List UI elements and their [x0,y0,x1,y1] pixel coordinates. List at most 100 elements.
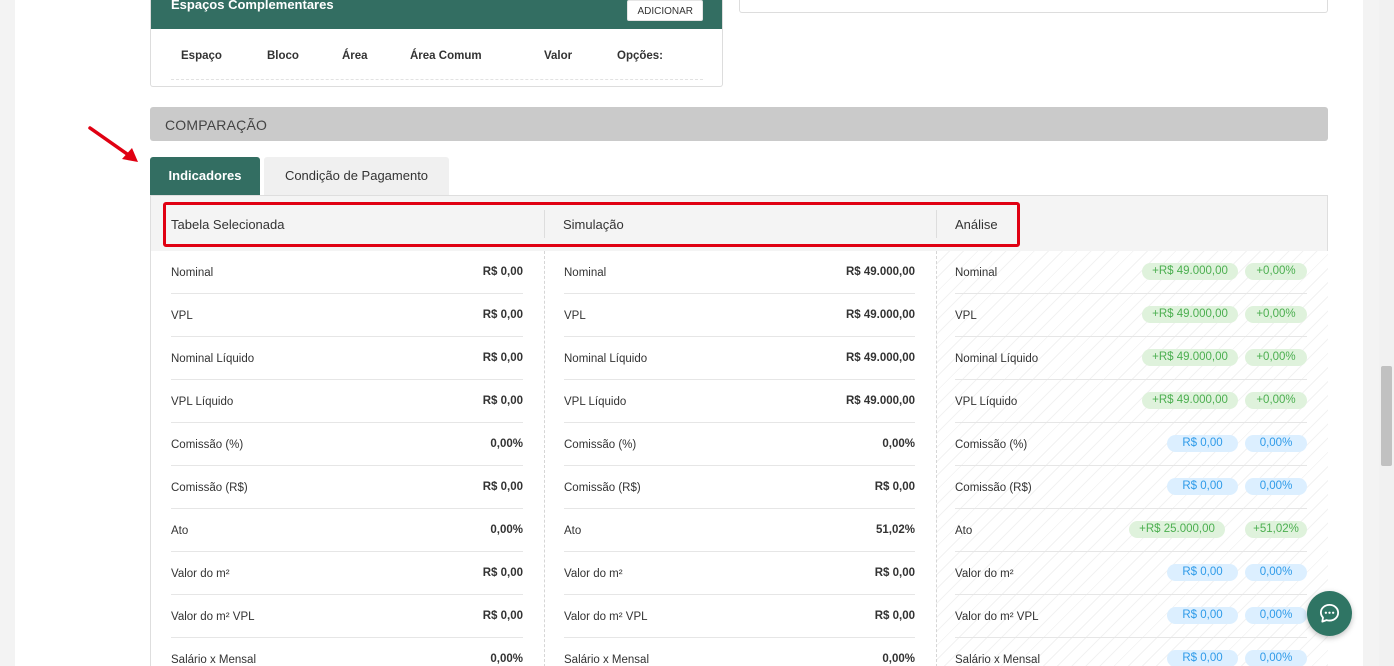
indicator-label: Ato [171,525,189,537]
table-row: Nominal +0,00% +R$ 49.000,00 [955,251,1307,294]
analise-percent-badge: +0,00% [1245,263,1307,280]
red-arrow-icon [88,126,138,162]
indicator-value: R$ 0,00 [482,567,523,579]
table-row: Nominal R$ 0,00 [171,251,523,294]
tab-condicao-pagamento[interactable]: Condição de Pagamento [264,157,449,195]
add-space-button[interactable]: ADICIONAR [627,0,703,21]
table-row: VPL R$ 49.000,00 [564,294,915,337]
indicator-value: 0,00% [490,524,523,536]
indicator-value: R$ 0,00 [482,266,523,278]
indicator-value: R$ 49.000,00 [845,352,915,364]
indicator-label: Salário x Mensal [564,654,650,666]
header-simulacao: Simulação [563,217,624,232]
indicator-label: Comissão (%) [564,439,637,451]
indicator-value: R$ 0,00 [874,610,915,622]
scrollbar-track[interactable] [1379,0,1394,666]
indicator-label: Salário x Mensal [955,654,1041,666]
analise-value-badge: R$ 0,00 [1167,435,1238,452]
analise-value-badge: +R$ 49.000,00 [1142,306,1238,323]
chat-bubble-icon [1319,603,1340,623]
table-row: Salário x Mensal 0,00% R$ 0,00 [955,638,1307,666]
indicator-label: Comissão (%) [171,439,244,451]
tab-indicadores[interactable]: Indicadores [150,157,260,195]
indicator-label: VPL [171,310,193,322]
indicator-value: 0,00% [490,653,523,665]
chat-button[interactable] [1307,591,1352,636]
column-separator [936,251,937,666]
indicator-label: Valor do m² [171,568,230,580]
table-row: Nominal Líquido R$ 0,00 [171,337,523,380]
analise-value-badge: R$ 0,00 [1167,607,1238,624]
section-title: COMPARAÇÃO [165,117,268,133]
indicator-value: 0,00% [490,438,523,450]
indicator-label: Comissão (R$) [955,482,1032,494]
spaces-title: Espaços Complementares [171,0,334,12]
column-separator [544,251,545,666]
indicator-value: R$ 0,00 [482,309,523,321]
indicator-value: R$ 0,00 [482,481,523,493]
header-tabela-selecionada: Tabela Selecionada [171,217,285,232]
indicator-value: R$ 49.000,00 [845,309,915,321]
header-analise: Análise [955,217,998,232]
table-row: Comissão (%) 0,00% R$ 0,00 [955,423,1307,466]
table-row: Nominal Líquido +0,00% +R$ 49.000,00 [955,337,1307,380]
indicator-label: Nominal Líquido [171,353,255,365]
indicator-label: Comissão (R$) [564,482,641,494]
indicator-value: R$ 0,00 [482,395,523,407]
analise-percent-badge: 0,00% [1245,435,1307,452]
indicator-label: Nominal Líquido [955,353,1039,365]
header-separator [936,210,937,238]
indicators-panel: Tabela Selecionada Simulação Análise Nom… [150,195,1328,666]
indicator-label: Valor do m² VPL [564,611,648,623]
analise-value-badge: R$ 0,00 [1167,564,1238,581]
indicator-label: VPL Líquido [171,396,234,408]
table-row: Valor do m² R$ 0,00 [564,552,915,595]
indicator-value: R$ 49.000,00 [845,266,915,278]
col-opcoes: Opções: [617,50,664,62]
indicator-value: R$ 0,00 [874,567,915,579]
table-row: Valor do m² R$ 0,00 [171,552,523,595]
col-area: Área [342,50,368,62]
indicator-label: Ato [955,525,973,537]
indicator-label: Nominal [171,267,214,279]
indicator-value: R$ 49.000,00 [845,395,915,407]
table-row: Valor do m² VPL R$ 0,00 [171,595,523,638]
spaces-header: Espaços Complementares ADICIONAR [151,0,722,29]
table-row: Comissão (%) 0,00% [564,423,915,466]
indicator-label: Ato [564,525,582,537]
header-separator [544,210,545,238]
table-row: Nominal Líquido R$ 49.000,00 [564,337,915,380]
analise-percent-badge: +51,02% [1245,521,1307,538]
table-row: VPL Líquido +0,00% +R$ 49.000,00 [955,380,1307,423]
analise-percent-badge: 0,00% [1245,607,1307,624]
table-row: Ato 0,00% [171,509,523,552]
indicator-label: Valor do m² VPL [171,611,255,623]
table-row: Ato 51,02% [564,509,915,552]
table-row: Salário x Mensal 0,00% [564,638,915,666]
indicator-value: R$ 0,00 [482,610,523,622]
table-row: Comissão (R$) R$ 0,00 [564,466,915,509]
table-row: Comissão (R$) 0,00% R$ 0,00 [955,466,1307,509]
spaces-divider [171,79,703,80]
comparison-section-bar: COMPARAÇÃO [150,107,1328,141]
indicator-value: R$ 0,00 [874,481,915,493]
indicator-label: Valor do m² [955,568,1014,580]
scrollbar-thumb[interactable] [1381,366,1392,466]
table-row: Nominal R$ 49.000,00 [564,251,915,294]
indicator-label: VPL [564,310,586,322]
table-row: VPL Líquido R$ 0,00 [171,380,523,423]
indicator-label: Nominal [564,267,607,279]
indicator-label: Valor do m² [564,568,623,580]
col-espaco: Espaço [181,50,222,62]
indicator-label: Nominal [955,267,998,279]
table-row: Ato +51,02% +R$ 25.000,00 [955,509,1307,552]
analise-percent-badge: 0,00% [1245,564,1307,581]
table-row: Salário x Mensal 0,00% [171,638,523,666]
table-row: VPL Líquido R$ 49.000,00 [564,380,915,423]
indicator-label: Valor do m² VPL [955,611,1039,623]
analise-percent-badge: +0,00% [1245,392,1307,409]
indicator-label: VPL Líquido [955,396,1018,408]
col-area-comum: Área Comum [410,50,482,62]
col-valor: Valor [544,50,573,62]
col-bloco: Bloco [267,50,299,62]
